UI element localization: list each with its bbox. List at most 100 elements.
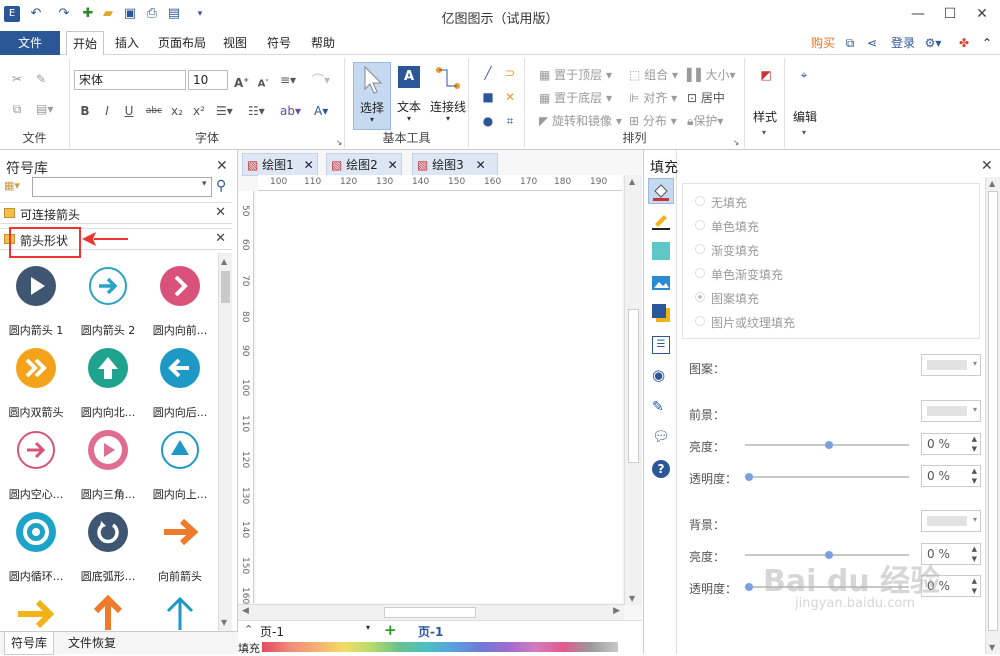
highlight-icon[interactable]: ab▾ <box>280 104 301 118</box>
scroll-down-icon[interactable]: ▼ <box>629 594 635 603</box>
text-path-icon[interactable]: ⌒▾ <box>312 73 330 87</box>
globe-icon[interactable]: ◉ <box>652 366 670 384</box>
distribute-button[interactable]: ⊞ 分布 ▾ <box>629 112 677 129</box>
tab-page-layout[interactable]: 页面布局 <box>152 31 212 55</box>
scroll-thumb[interactable] <box>384 607 476 618</box>
tab-symbol[interactable]: 符号 <box>262 31 296 55</box>
foreground-color-select[interactable]: ▾ <box>921 400 981 422</box>
scroll-up-icon[interactable]: ▲ <box>221 257 227 266</box>
fg-transparency-input[interactable]: 0 % ▲ ▼ <box>921 465 981 487</box>
grow-font-icon[interactable]: A+ <box>234 73 249 90</box>
shadow-panel-icon[interactable] <box>652 242 670 260</box>
crop-icon[interactable]: ⌗ <box>503 114 517 128</box>
doc-tab-2[interactable]: ▧ 绘图2 ✕ <box>326 153 402 176</box>
scroll-thumb[interactable] <box>221 271 230 303</box>
radio-no-fill[interactable] <box>695 196 705 206</box>
scroll-up-icon[interactable]: ▲ <box>989 179 995 188</box>
symbol-item[interactable]: 圆内三角... <box>72 430 144 512</box>
library-search-input[interactable] <box>32 177 212 197</box>
category-close-icon[interactable]: ✕ <box>215 231 226 246</box>
bold-icon[interactable]: B <box>78 104 92 118</box>
category-connectable-arrows[interactable]: 可连接箭头 ✕ <box>0 202 232 224</box>
superscript-icon[interactable]: x² <box>192 104 206 118</box>
symbol-item[interactable] <box>144 594 216 630</box>
radio-single-gradient-fill[interactable] <box>695 268 705 278</box>
font-color-icon[interactable]: A▾ <box>314 104 328 118</box>
search-dropdown-icon[interactable]: ▾ <box>202 179 207 189</box>
tab-insert[interactable]: 插入 <box>110 31 144 55</box>
add-page-icon[interactable]: + <box>384 621 397 639</box>
tab-file-recovery[interactable]: 文件恢复 <box>62 632 122 655</box>
page-tab[interactable]: 页-1 <box>418 623 443 640</box>
bring-to-top-button[interactable]: ▦ 置于顶层 ▾ <box>539 66 612 83</box>
search-icon[interactable]: ⚲ <box>216 178 226 194</box>
library-close-icon[interactable]: ✕ <box>216 158 228 174</box>
radio-pattern-fill[interactable] <box>695 292 705 302</box>
edit-dropdown-icon[interactable]: ▾ <box>797 126 811 140</box>
subscript-icon[interactable]: x₂ <box>170 104 184 118</box>
radio-gradient-fill[interactable] <box>695 244 705 254</box>
maximize-icon[interactable]: ☐ <box>938 4 962 24</box>
rectangle-tool-icon[interactable]: ■ <box>481 90 495 104</box>
paste-icon[interactable]: ▤▾ <box>36 102 53 116</box>
fg-brightness-input[interactable]: 0 % ▲ ▼ <box>921 433 981 455</box>
arrange-dialog-launcher-icon[interactable]: ↘ <box>729 136 743 150</box>
select-dropdown-icon[interactable]: ▾ <box>354 115 390 124</box>
size-button[interactable]: ▌▌大小▾ <box>687 66 736 83</box>
fg-brightness-slider[interactable] <box>745 441 909 449</box>
group-button[interactable]: ⬚ 组合 ▾ <box>629 66 678 83</box>
font-name-select[interactable]: 宋体 <box>74 70 186 90</box>
collapse-ribbon-icon[interactable]: ⌃ <box>978 31 996 55</box>
scroll-down-icon[interactable]: ▼ <box>989 643 995 652</box>
scroll-right-icon[interactable]: ▶ <box>613 606 620 616</box>
tab-help[interactable]: 帮助 <box>306 31 340 55</box>
underline-icon[interactable]: U <box>122 104 136 118</box>
pattern-select[interactable]: ▾ <box>921 354 981 376</box>
fill-panel-icon[interactable] <box>648 178 674 204</box>
doc-tab-3[interactable]: ▧ 绘图3 ✕ <box>412 153 498 176</box>
drawing-page[interactable] <box>256 191 622 603</box>
align-button[interactable]: ⊫ 对齐 ▾ <box>629 89 677 106</box>
settings-gear-icon[interactable]: ⚙▾ <box>922 31 944 55</box>
center-button[interactable]: ⊡ 居中 <box>687 89 725 106</box>
symbol-item[interactable]: 圆底弧形... <box>72 512 144 594</box>
text-dropdown-icon[interactable]: ▾ <box>393 114 425 123</box>
close-icon[interactable]: ✕ <box>970 4 994 24</box>
help-icon[interactable]: ? <box>652 460 670 478</box>
symbol-item[interactable]: 圆内箭头 2 <box>72 266 144 348</box>
symbol-item[interactable]: 圆内向后... <box>144 348 216 430</box>
doc-close-icon[interactable]: ✕ <box>298 158 314 172</box>
connector-dropdown-icon[interactable]: ▾ <box>429 114 467 123</box>
scroll-left-icon[interactable]: ◀ <box>242 606 249 616</box>
bullet-list-icon[interactable]: ☷▾ <box>248 104 265 118</box>
share-icon[interactable]: ⋖ <box>864 31 880 55</box>
slider-knob[interactable] <box>825 441 833 449</box>
tab-symbol-library[interactable]: 符号库 <box>4 632 55 655</box>
line-spacing-icon[interactable]: ≡▾ <box>280 73 296 87</box>
spin-arrows-icon[interactable]: ▲ ▼ <box>972 544 977 564</box>
layer-panel-icon[interactable] <box>652 304 670 322</box>
fill-panel-close-icon[interactable]: ✕ <box>981 158 993 174</box>
buy-link[interactable]: 购买 <box>808 31 838 55</box>
fill-panel-scrollbar[interactable]: ▲ ▼ <box>985 177 1000 654</box>
shrink-font-icon[interactable]: A- <box>256 73 270 89</box>
fg-transparency-slider[interactable] <box>745 473 909 481</box>
tab-file[interactable]: 文件 <box>0 31 60 55</box>
doc-close-icon[interactable]: ✕ <box>468 158 486 172</box>
scroll-down-icon[interactable]: ▼ <box>221 618 227 627</box>
cut-icon[interactable]: ✂ <box>10 72 24 86</box>
radio-solid-fill[interactable] <box>695 220 705 230</box>
cross-point-icon[interactable]: ✕ <box>503 90 517 104</box>
scroll-up-icon[interactable]: ▲ <box>629 177 635 186</box>
tab-view[interactable]: 视图 <box>218 31 252 55</box>
scroll-thumb[interactable] <box>988 191 998 631</box>
line-panel-icon[interactable] <box>652 212 670 230</box>
style-button[interactable]: 样式 <box>753 108 777 125</box>
feedback-icon[interactable]: ⧉ <box>842 31 858 55</box>
binoculars-icon[interactable]: ⌖ <box>795 68 813 86</box>
spin-arrows-icon[interactable]: ▲ ▼ <box>972 576 977 596</box>
symbol-item[interactable]: 圆内向前... <box>144 266 216 348</box>
symbol-item[interactable]: 圆内循环... <box>0 512 72 594</box>
doc-close-icon[interactable]: ✕ <box>382 158 398 172</box>
collapse-up-icon[interactable]: ⌃ <box>244 623 253 636</box>
